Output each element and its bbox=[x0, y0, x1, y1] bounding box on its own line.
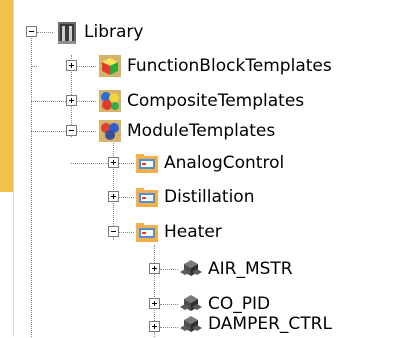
module-icon bbox=[180, 316, 202, 332]
tree-connector bbox=[31, 66, 37, 67]
tree-item-label: AnalogControl bbox=[164, 153, 285, 173]
library-tree-panel: Library FunctionBlockTemplates Composite… bbox=[13, 0, 396, 337]
folder-icon bbox=[136, 154, 158, 173]
library-icon bbox=[58, 22, 76, 44]
expand-toggle[interactable] bbox=[149, 263, 160, 274]
tree-connector bbox=[37, 32, 53, 33]
tree-item-label: CO_PID bbox=[208, 294, 271, 314]
tree-connector bbox=[119, 197, 134, 198]
function-block-templates-icon bbox=[99, 55, 121, 77]
collapse-toggle[interactable] bbox=[26, 26, 37, 37]
expand-toggle[interactable] bbox=[149, 321, 160, 332]
expand-toggle[interactable] bbox=[66, 95, 77, 106]
tree-guide-root bbox=[31, 35, 32, 337]
folder-icon bbox=[136, 223, 158, 242]
tree-connector bbox=[77, 66, 96, 67]
tree-item-label: FunctionBlockTemplates bbox=[127, 56, 332, 76]
tree-item-label: AIR_MSTR bbox=[208, 259, 293, 279]
collapse-toggle[interactable] bbox=[108, 226, 119, 237]
tree-connector bbox=[160, 304, 178, 305]
tree-item-label: ModuleTemplates bbox=[127, 121, 276, 141]
expand-toggle[interactable] bbox=[108, 191, 119, 202]
tree-connector bbox=[160, 327, 178, 328]
collapse-toggle[interactable] bbox=[66, 125, 77, 136]
expand-toggle[interactable] bbox=[66, 60, 77, 71]
tree-guide-level2 bbox=[113, 140, 114, 240]
module-templates-icon bbox=[99, 120, 121, 142]
tree-item-label: Library bbox=[84, 22, 144, 42]
tree-connector bbox=[77, 101, 96, 102]
tree-connector bbox=[160, 269, 178, 270]
module-icon bbox=[180, 260, 202, 276]
tree-connector bbox=[31, 131, 66, 132]
tree-item-label: Distillation bbox=[164, 187, 255, 207]
tree-item-label: Heater bbox=[164, 222, 222, 242]
tree-item-label: DAMPER_CTRL bbox=[208, 314, 332, 334]
tree-connector bbox=[71, 163, 108, 164]
expand-toggle[interactable] bbox=[149, 298, 160, 309]
tree-connector bbox=[77, 131, 96, 132]
tree-connector bbox=[31, 101, 66, 102]
tree-item-label: CompositeTemplates bbox=[127, 91, 305, 111]
expand-toggle[interactable] bbox=[108, 157, 119, 168]
tree-connector bbox=[119, 232, 134, 233]
folder-icon bbox=[136, 188, 158, 207]
tree-connector bbox=[119, 163, 134, 164]
composite-templates-icon bbox=[99, 90, 121, 112]
